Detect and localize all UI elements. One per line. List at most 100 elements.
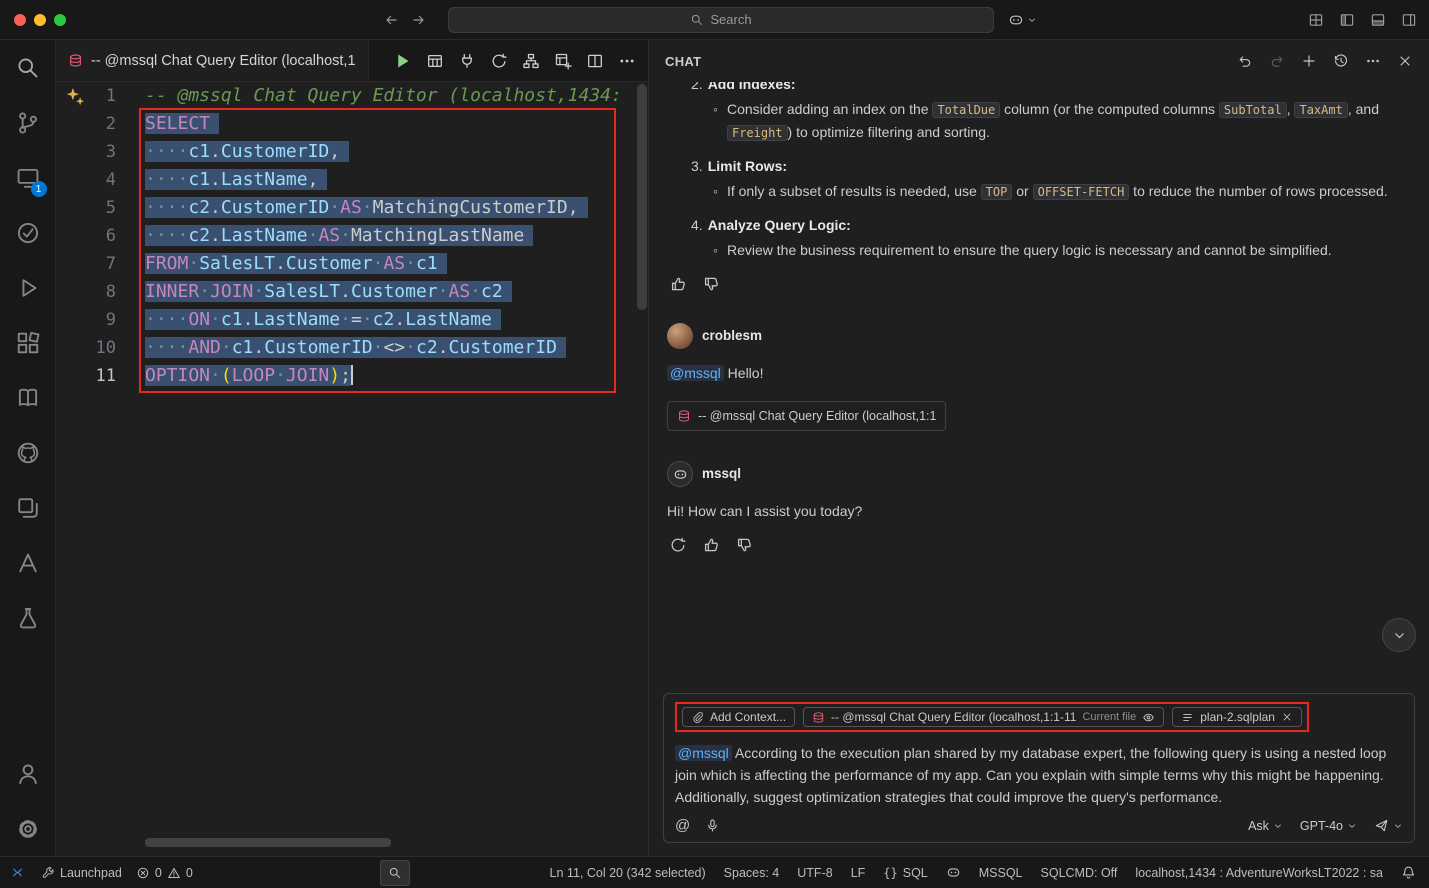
vertical-scrollbar[interactable] xyxy=(637,84,647,310)
indentation-item[interactable]: Spaces: 4 xyxy=(717,866,787,880)
activity-docs[interactable] xyxy=(0,370,56,425)
thumbs-up-button[interactable] xyxy=(669,275,687,293)
inline-code: SubTotal xyxy=(1219,102,1287,118)
connection-icon[interactable] xyxy=(458,52,476,70)
undo-icon[interactable] xyxy=(1237,53,1253,69)
code-line[interactable]: 9····ON·c1.LastName·=·c2.LastName xyxy=(56,306,648,334)
line-number[interactable]: 5 xyxy=(56,194,116,222)
activity-search[interactable] xyxy=(0,40,56,95)
mode-label: Ask xyxy=(1248,819,1269,833)
code-line[interactable]: 3····c1.CustomerID, xyxy=(56,138,648,166)
language-item[interactable]: {} SQL xyxy=(876,866,934,880)
activity-run-debug[interactable] xyxy=(0,260,56,315)
code-line[interactable]: 5····c2.CustomerID·AS·MatchingCustomerID… xyxy=(56,194,648,222)
line-number[interactable]: 4 xyxy=(56,166,116,194)
regenerate-button[interactable] xyxy=(669,536,687,554)
activity-source-control[interactable] xyxy=(0,95,56,150)
close-icon[interactable] xyxy=(1397,53,1413,69)
mssql-item[interactable]: MSSQL xyxy=(972,866,1030,880)
problems-item[interactable]: 0 0 xyxy=(129,866,200,880)
line-number[interactable]: 6 xyxy=(56,222,116,250)
copilot-menu-button[interactable] xyxy=(1008,12,1037,28)
send-button[interactable] xyxy=(1374,818,1403,833)
new-chat-icon[interactable] xyxy=(1301,53,1317,69)
split-editor-icon[interactable] xyxy=(586,52,604,70)
close-window-button[interactable] xyxy=(14,14,26,26)
code-line[interactable]: 7FROM·SalesLT.Customer·AS·c1 xyxy=(56,250,648,278)
more-icon[interactable] xyxy=(1365,53,1381,69)
mention-button[interactable]: @ xyxy=(675,818,690,833)
encoding-item[interactable]: UTF-8 xyxy=(790,866,839,880)
toggle-secondary-sidebar-icon[interactable] xyxy=(1401,12,1417,28)
estimated-plan-icon[interactable] xyxy=(490,52,508,70)
line-number[interactable]: 8 xyxy=(56,278,116,306)
chat-input-text[interactable]: @mssql According to the execution plan s… xyxy=(675,742,1403,808)
line-number[interactable]: 2 xyxy=(56,110,116,138)
code-editor[interactable]: 1-- @mssql Chat Query Editor (localhost,… xyxy=(56,82,648,856)
code-line[interactable]: 2SELECT xyxy=(56,110,648,138)
zoom-button[interactable] xyxy=(380,860,410,886)
navigate-back-icon[interactable] xyxy=(383,12,399,28)
redo-icon[interactable] xyxy=(1269,53,1285,69)
activity-live-share[interactable] xyxy=(0,480,56,535)
code-line[interactable]: 10····AND·c1.CustomerID·<>·c2.CustomerID xyxy=(56,334,648,362)
results-grid-icon[interactable] xyxy=(426,52,444,70)
code-line[interactable]: 11OPTION·(LOOP·JOIN); xyxy=(56,362,648,390)
horizontal-scrollbar[interactable] xyxy=(145,838,391,847)
line-number[interactable]: 7 xyxy=(56,250,116,278)
thumbs-down-button[interactable] xyxy=(702,275,720,293)
activity-azure[interactable] xyxy=(0,535,56,590)
scroll-to-bottom-button[interactable] xyxy=(1382,618,1416,652)
history-icon[interactable] xyxy=(1333,53,1349,69)
thumbs-up-button[interactable] xyxy=(702,536,720,554)
navigate-forward-icon[interactable] xyxy=(411,12,427,28)
inline-code: TaxAmt xyxy=(1294,102,1347,118)
sqlcmd-item[interactable]: SQLCMD: Off xyxy=(1034,866,1125,880)
code-line[interactable]: 1-- @mssql Chat Query Editor (localhost,… xyxy=(56,82,648,110)
add-context-button[interactable]: Add Context... xyxy=(682,707,795,727)
remove-chip-icon[interactable] xyxy=(1281,711,1293,723)
copilot-sparkle-icon[interactable] xyxy=(65,86,86,107)
activity-accounts[interactable] xyxy=(0,746,56,801)
thumbs-down-button[interactable] xyxy=(735,536,753,554)
mode-dropdown[interactable]: Ask xyxy=(1248,819,1283,833)
command-center-search[interactable]: Search xyxy=(448,7,994,33)
editor-tab[interactable]: -- @mssql Chat Query Editor (localhost,1 xyxy=(56,40,369,81)
maximize-window-button[interactable] xyxy=(54,14,66,26)
notifications-item[interactable] xyxy=(1394,865,1423,880)
code-area[interactable]: 1-- @mssql Chat Query Editor (localhost,… xyxy=(56,82,648,390)
line-number[interactable]: 9 xyxy=(56,306,116,334)
line-number[interactable]: 3 xyxy=(56,138,116,166)
connection-item[interactable]: localhost,1434 : AdventureWorksLT2022 : … xyxy=(1128,866,1390,880)
table-designer-icon[interactable] xyxy=(554,52,572,70)
more-actions-icon[interactable] xyxy=(618,52,636,70)
cursor-position-item[interactable]: Ln 11, Col 20 (342 selected) xyxy=(543,866,713,880)
schema-visualization-icon[interactable] xyxy=(522,52,540,70)
toggle-panel-icon[interactable] xyxy=(1370,12,1386,28)
activity-github[interactable] xyxy=(0,425,56,480)
run-query-button[interactable] xyxy=(392,51,412,71)
code-line[interactable]: 4····c1.LastName, xyxy=(56,166,648,194)
attachment-chip[interactable]: -- @mssql Chat Query Editor (localhost,1… xyxy=(667,401,946,431)
line-number[interactable]: 10 xyxy=(56,334,116,362)
context-plan-chip[interactable]: plan-2.sqlplan xyxy=(1172,707,1302,727)
eye-icon[interactable] xyxy=(1142,711,1155,724)
copilot-status-item[interactable] xyxy=(939,865,968,880)
remote-indicator[interactable] xyxy=(0,865,34,880)
code-line[interactable]: 8INNER·JOIN·SalesLT.Customer·AS·c2 xyxy=(56,278,648,306)
activity-mssql[interactable] xyxy=(0,590,56,645)
activity-testing[interactable] xyxy=(0,205,56,260)
line-number[interactable]: 11 xyxy=(56,362,116,390)
context-file-chip[interactable]: -- @mssql Chat Query Editor (localhost,1… xyxy=(803,707,1164,727)
minimize-window-button[interactable] xyxy=(34,14,46,26)
toggle-sidebar-icon[interactable] xyxy=(1339,12,1355,28)
mic-button[interactable] xyxy=(705,818,720,833)
launchpad-item[interactable]: Launchpad xyxy=(34,866,129,880)
model-dropdown[interactable]: GPT-4o xyxy=(1300,819,1357,833)
code-line[interactable]: 6····c2.LastName·AS·MatchingLastName xyxy=(56,222,648,250)
eol-item[interactable]: LF xyxy=(844,866,873,880)
customize-layout-icon[interactable] xyxy=(1308,12,1324,28)
activity-settings[interactable] xyxy=(0,801,56,856)
activity-extensions[interactable] xyxy=(0,315,56,370)
activity-remote-explorer[interactable]: 1 xyxy=(0,150,56,205)
